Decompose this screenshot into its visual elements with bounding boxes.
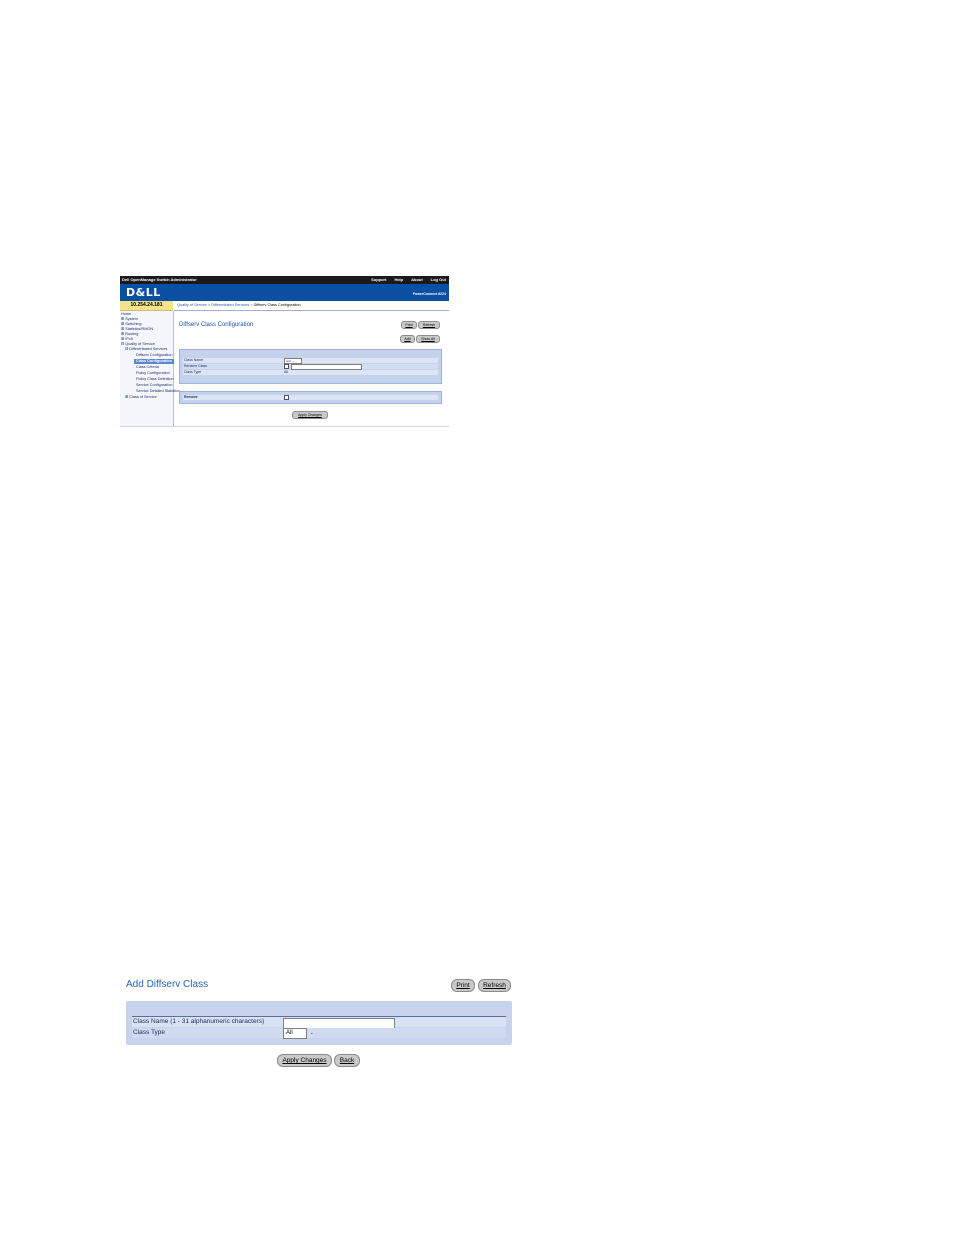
class-type-label: Class Type [184,370,202,374]
sidebar-item-label: Class of Service [129,395,157,399]
class-type-row: Class Type All [183,370,438,375]
class-name-label: Class Name (1 - 31 alphanumeric characte… [133,1018,265,1025]
refresh-button[interactable]: Refresh [418,321,440,329]
sidebar-item-label: Statistics/RMON [125,327,154,331]
sidebar-item-class-config[interactable]: Class Configuration [134,359,175,364]
sidebar-item-diffserv-config[interactable]: Diffserv Configuration [136,353,172,358]
add-button[interactable]: Add [400,335,415,343]
breadcrumb-current: Diffserv Class Configuration [253,303,301,307]
class-name-row: Class Name test ⌄ [183,358,438,364]
remove-checkbox[interactable] [284,395,289,400]
remove-label: Remove [184,395,198,399]
ip-address: 10.254.24.181 [120,301,173,311]
breadcrumb-separator: > [207,303,211,307]
apply-changes-button[interactable]: Apply Changes [292,411,328,419]
add-diffserv-class-screenshot: Add Diffserv Class Print Refresh Class N… [120,975,520,1075]
sidebar-item-diffserv[interactable]: ⊟ Differentiated Services [125,347,167,352]
top-links: Support Help About Log Out [371,276,446,284]
about-link[interactable]: About [411,276,423,284]
back-button[interactable]: Back [334,1054,360,1067]
breadcrumb-item[interactable]: Differentiated Services [211,303,249,307]
chevron-down-icon: ⌄ [309,1030,314,1036]
page-title: Add Diffserv Class [126,979,209,990]
rename-class-label: Rename Class [184,364,207,368]
add-class-form-panel: Class Name (1 - 31 alphanumeric characte… [126,1001,512,1045]
page-title: Diffserv Class Configuration [179,322,254,328]
sidebar-nav: Home ⊞ System ⊞ Switching ⊞ Statistics/R… [120,311,180,426]
class-type-select[interactable]: All ⌄ [283,1028,314,1039]
print-button[interactable]: Print [451,979,475,992]
class-name-row: Class Name (1 - 31 alphanumeric characte… [132,1017,506,1030]
top-bar: Dell OpenManage Switch Administrator Sup… [120,276,449,284]
remove-row: Remove [183,395,438,400]
chevron-down-icon: ⌄ [291,359,295,363]
class-form-panel: Class Name test ⌄ Rename Class Class Typ… [179,349,442,384]
breadcrumb: Quality of Service > Differentiated Serv… [177,303,301,307]
diffserv-class-config-screenshot: Dell OpenManage Switch Administrator Sup… [120,276,449,427]
sidebar-item-label: IPv6 [125,337,133,341]
print-button[interactable]: Print [401,321,417,329]
sidebar-item-label: Differentiated Services [129,347,168,351]
class-type-label: Class Type [133,1029,166,1036]
apply-changes-button[interactable]: Apply Changes [277,1054,332,1067]
header-banner: D&LL PowerConnect 6224 [120,284,449,301]
dell-logo: D&LL [126,286,161,299]
class-type-row: Class Type All ⌄ [132,1028,506,1039]
refresh-button[interactable]: Refresh [478,979,511,992]
sidebar-item-cos[interactable]: ⊞ Class of Service [125,395,157,400]
sidebar-item-label: Switching [125,322,142,326]
class-name-label: Class Name [184,358,204,362]
app-title: Dell OpenManage Switch Administrator [122,277,197,282]
sidebar-item-label: Routing [125,332,139,336]
sidebar-item-policy-config[interactable]: Policy Configuration [136,371,170,376]
rename-class-row: Rename Class [183,364,438,370]
logout-link[interactable]: Log Out [431,276,446,284]
product-name: PowerConnect 6224 [412,292,446,296]
help-link[interactable]: Help [394,276,403,284]
panel-header [132,1007,506,1017]
rename-checkbox[interactable] [284,364,289,369]
breadcrumb-separator: > [250,303,253,307]
selected-value: test [286,359,291,363]
selected-value: All [286,1030,293,1036]
class-type-value: All [284,370,288,374]
sidebar-item-class-criteria[interactable]: Class Criteria [136,365,159,370]
divider [174,310,449,311]
support-link[interactable]: Support [371,276,386,284]
remove-panel: Remove [179,391,442,404]
show-all-button[interactable]: Show All [416,335,440,343]
sidebar-item-label: System [125,317,138,321]
sidebar-item-label: Quality of Service [125,342,156,346]
sidebar-item-policy-class[interactable]: Policy Class Definition [136,377,174,382]
breadcrumb-item[interactable]: Quality of Service [177,303,207,307]
sidebar-item-service-config[interactable]: Service Configuration [136,383,172,388]
sidebar-item-service-stats[interactable]: Service Detailed Statistics [136,389,180,394]
